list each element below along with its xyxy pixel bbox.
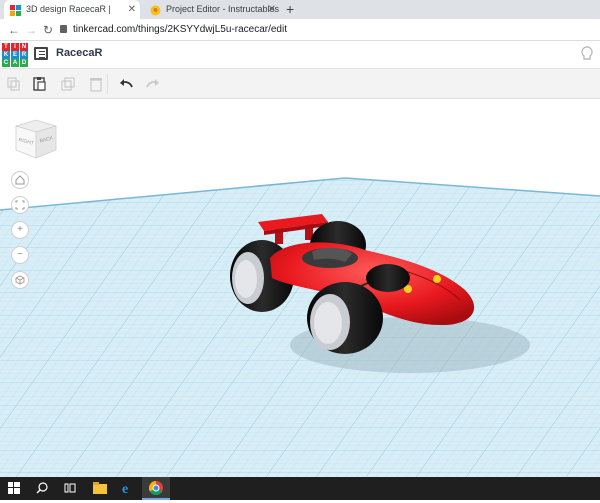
url-field[interactable]: tinkercad.com/things/2KSYYdwjL5u-racecar… (60, 23, 287, 37)
close-tab-icon[interactable]: ✕ (268, 0, 276, 19)
lightbulb-icon[interactable] (580, 45, 594, 63)
windows-start-icon[interactable] (0, 477, 28, 500)
fit-view-icon (15, 200, 25, 210)
zoom-in-button[interactable]: + (11, 221, 29, 239)
design-list-icon[interactable] (34, 47, 48, 60)
address-bar: ← → ↻ tinkercad.com/things/2KSYYdwjL5u-r… (0, 19, 600, 41)
paste-icon[interactable] (32, 76, 48, 92)
url-text: tinkercad.com/things/2KSYYdwjL5u-racecar… (73, 24, 287, 35)
tab-instructables[interactable]: Project Editor - Instructables ✕ (144, 0, 280, 19)
copy-icon[interactable] (6, 76, 22, 92)
lock-icon (60, 25, 67, 33)
new-tab-button[interactable]: + (286, 0, 294, 19)
reload-icon[interactable]: ↻ (43, 22, 53, 38)
tinkercad-logo[interactable]: T I N K E R C A D (2, 43, 28, 67)
file-explorer-icon[interactable] (86, 477, 114, 500)
plus-icon: + (17, 224, 23, 235)
perspective-cube-icon (15, 275, 25, 285)
tab-title: Project Editor - Instructables (166, 4, 280, 14)
browser-tab-bar: 3D design RacecaR | Tinkercad ✕ Project … (0, 0, 600, 33)
perspective-button[interactable] (11, 271, 29, 289)
back-arrow-icon[interactable]: ← (8, 22, 20, 38)
redo-icon[interactable] (145, 76, 161, 92)
undo-icon[interactable] (118, 76, 134, 92)
trash-icon[interactable] (88, 76, 104, 92)
close-tab-icon[interactable]: ✕ (128, 0, 136, 19)
home-icon (15, 175, 25, 185)
3d-viewport[interactable] (0, 99, 600, 477)
task-view-icon[interactable] (56, 477, 84, 500)
project-title[interactable]: RacecaR (56, 47, 102, 59)
tinkercad-favicon-icon (10, 4, 21, 16)
minus-icon: − (17, 249, 23, 260)
tab-tinkercad[interactable]: 3D design RacecaR | Tinkercad ✕ (4, 0, 140, 33)
fit-view-button[interactable] (11, 196, 29, 214)
zoom-out-button[interactable]: − (11, 246, 29, 264)
duplicate-icon[interactable] (60, 76, 76, 92)
view-cube[interactable]: RIGHT BACK (12, 116, 60, 160)
forward-arrow-icon[interactable]: → (25, 22, 37, 38)
instructables-favicon-icon (150, 4, 161, 16)
chrome-icon[interactable] (142, 477, 170, 500)
home-view-button[interactable] (11, 171, 29, 189)
toolbar-divider (107, 74, 108, 94)
internet-explorer-icon[interactable]: e (114, 477, 142, 500)
search-icon[interactable] (28, 477, 56, 500)
workplane-scene[interactable] (0, 99, 600, 477)
svg-text:e: e (122, 482, 128, 495)
